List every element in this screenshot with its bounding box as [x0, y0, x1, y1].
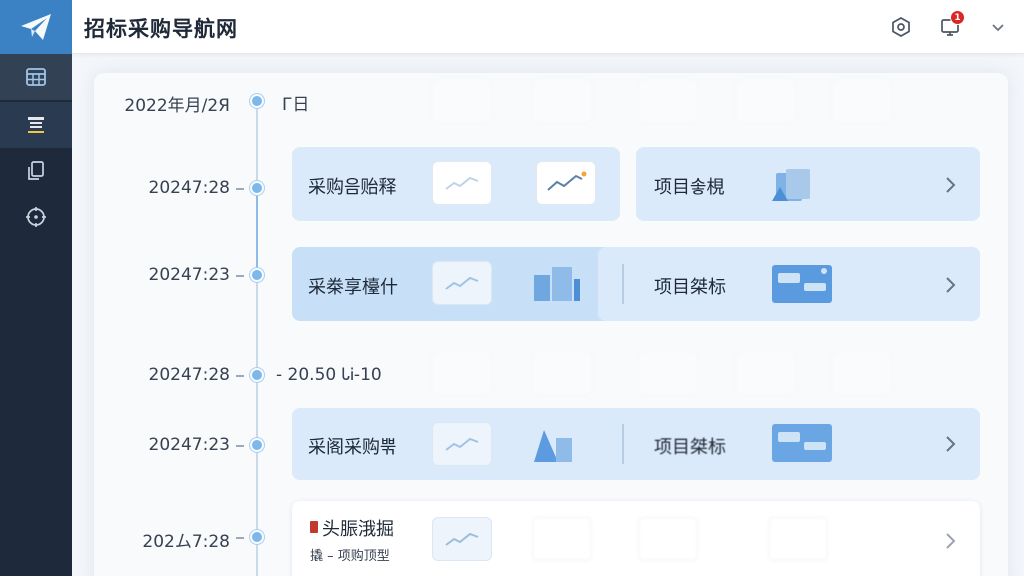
item-title: 项目솧梘: [654, 177, 725, 198]
settings-button[interactable]: [887, 13, 915, 41]
timeline-date: 2022年月/2Я: [124, 96, 230, 116]
chart-thumbnail: [832, 79, 892, 123]
timeline-date: 20247:23: [148, 435, 230, 455]
trend-line-icon: [445, 532, 479, 546]
card-title: 采购음贻释: [308, 177, 397, 198]
chevron-down-icon: [992, 24, 1004, 32]
trend-line-icon: [547, 171, 587, 191]
sidebar-item-documents[interactable]: [0, 102, 72, 148]
timeline-axis-highlight: [256, 189, 258, 275]
card-title: 头脤涐掘: [322, 519, 394, 540]
chart-thumbnail: [432, 351, 492, 395]
chart-thumbnail: [532, 517, 592, 561]
chart-thumbnail: [736, 351, 796, 395]
timeline-dot: [250, 530, 264, 544]
account-dropdown-button[interactable]: [984, 13, 1012, 41]
timeline-date: 202ム7:28: [142, 532, 230, 552]
notification-badge: 1: [950, 10, 965, 25]
top-header: 招标采购导航网 1: [72, 0, 1024, 54]
building-illustration-icon: [534, 267, 580, 301]
timeline-dot: [250, 368, 264, 382]
chevron-right-icon: [946, 177, 956, 193]
timeline-note: Г日: [282, 95, 310, 115]
timeline-note: - 20.50 ᏓᎥ-10: [276, 365, 382, 385]
chevron-right-icon: [946, 277, 956, 293]
sidebar: [0, 0, 72, 576]
timeline-axis: [256, 101, 258, 576]
document-list-icon: [28, 117, 44, 133]
hexagon-gear-icon: [892, 17, 910, 37]
dashboard-illustration-icon: [772, 424, 832, 462]
chart-thumbnail: [832, 351, 892, 395]
trend-line-icon: [445, 176, 479, 190]
timeline-dot: [250, 268, 264, 282]
chart-thumbnail: [432, 79, 492, 123]
procurement-card[interactable]: 采阁采购뿎 项目桀标: [292, 408, 980, 480]
dashboard-illustration-icon: [772, 265, 832, 303]
chart-thumbnail: [638, 517, 698, 561]
timeline-dot: [250, 438, 264, 452]
card-title: 采桊享檯什: [308, 277, 398, 298]
site-title: 招标采购导航网: [84, 17, 238, 41]
project-card[interactable]: 项目솧梘: [636, 147, 980, 221]
sidebar-item-calendar[interactable]: [0, 54, 72, 100]
logo[interactable]: [0, 0, 72, 54]
trend-line-icon: [445, 276, 479, 290]
chart-thumbnail: [768, 517, 828, 561]
chart-thumbnail: [532, 79, 592, 123]
chart-thumbnail: [638, 79, 698, 123]
sidebar-item-schedule[interactable]: [0, 194, 72, 240]
main-content: 2022年月/2Я Г日 20247:28 采购음贻释 项目솧梘 20247:2…: [72, 55, 1024, 576]
card-title: 采阁采购뿎: [308, 437, 397, 458]
sidebar-item-files[interactable]: [0, 148, 72, 194]
timeline-date: 20247:23: [148, 265, 230, 285]
item-title: 项目桀标: [654, 437, 726, 458]
chart-thumbnail: [638, 351, 698, 395]
timeline-dot: [250, 181, 264, 195]
timeline-date: 20247:28: [148, 365, 230, 385]
building-illustration-icon: [534, 430, 572, 462]
red-flag-icon: [310, 521, 318, 533]
chart-thumbnail: [536, 161, 596, 205]
target-clock-icon: [26, 207, 46, 227]
chart-thumbnail: [432, 517, 492, 561]
chart-thumbnail: [432, 422, 492, 466]
document-illustration-icon: [772, 169, 810, 201]
chevron-right-icon: [946, 436, 956, 452]
notifications-button[interactable]: 1: [936, 10, 965, 41]
chart-thumbnail: [432, 161, 492, 205]
trend-line-icon: [445, 437, 479, 451]
chart-thumbnail: [432, 261, 492, 305]
timeline-dot: [250, 94, 264, 108]
item-title: 项目桀标: [654, 277, 726, 298]
copy-files-icon: [28, 161, 44, 180]
paper-plane-icon: [21, 14, 51, 40]
card-subtitle: 撬 – 项购顶型: [310, 549, 390, 564]
chevron-right-icon: [946, 533, 956, 549]
report-card[interactable]: 头脤涐掘 撬 – 项购顶型: [292, 501, 980, 576]
chart-thumbnail: [736, 79, 796, 123]
procurement-card[interactable]: 采购음贻释: [292, 147, 620, 221]
procurement-card-highlighted[interactable]: 采桊享檯什 项目桀标: [292, 247, 980, 321]
chart-thumbnail: [532, 351, 592, 395]
timeline-date: 20247:28: [148, 178, 230, 198]
calendar-grid-icon: [26, 68, 46, 86]
